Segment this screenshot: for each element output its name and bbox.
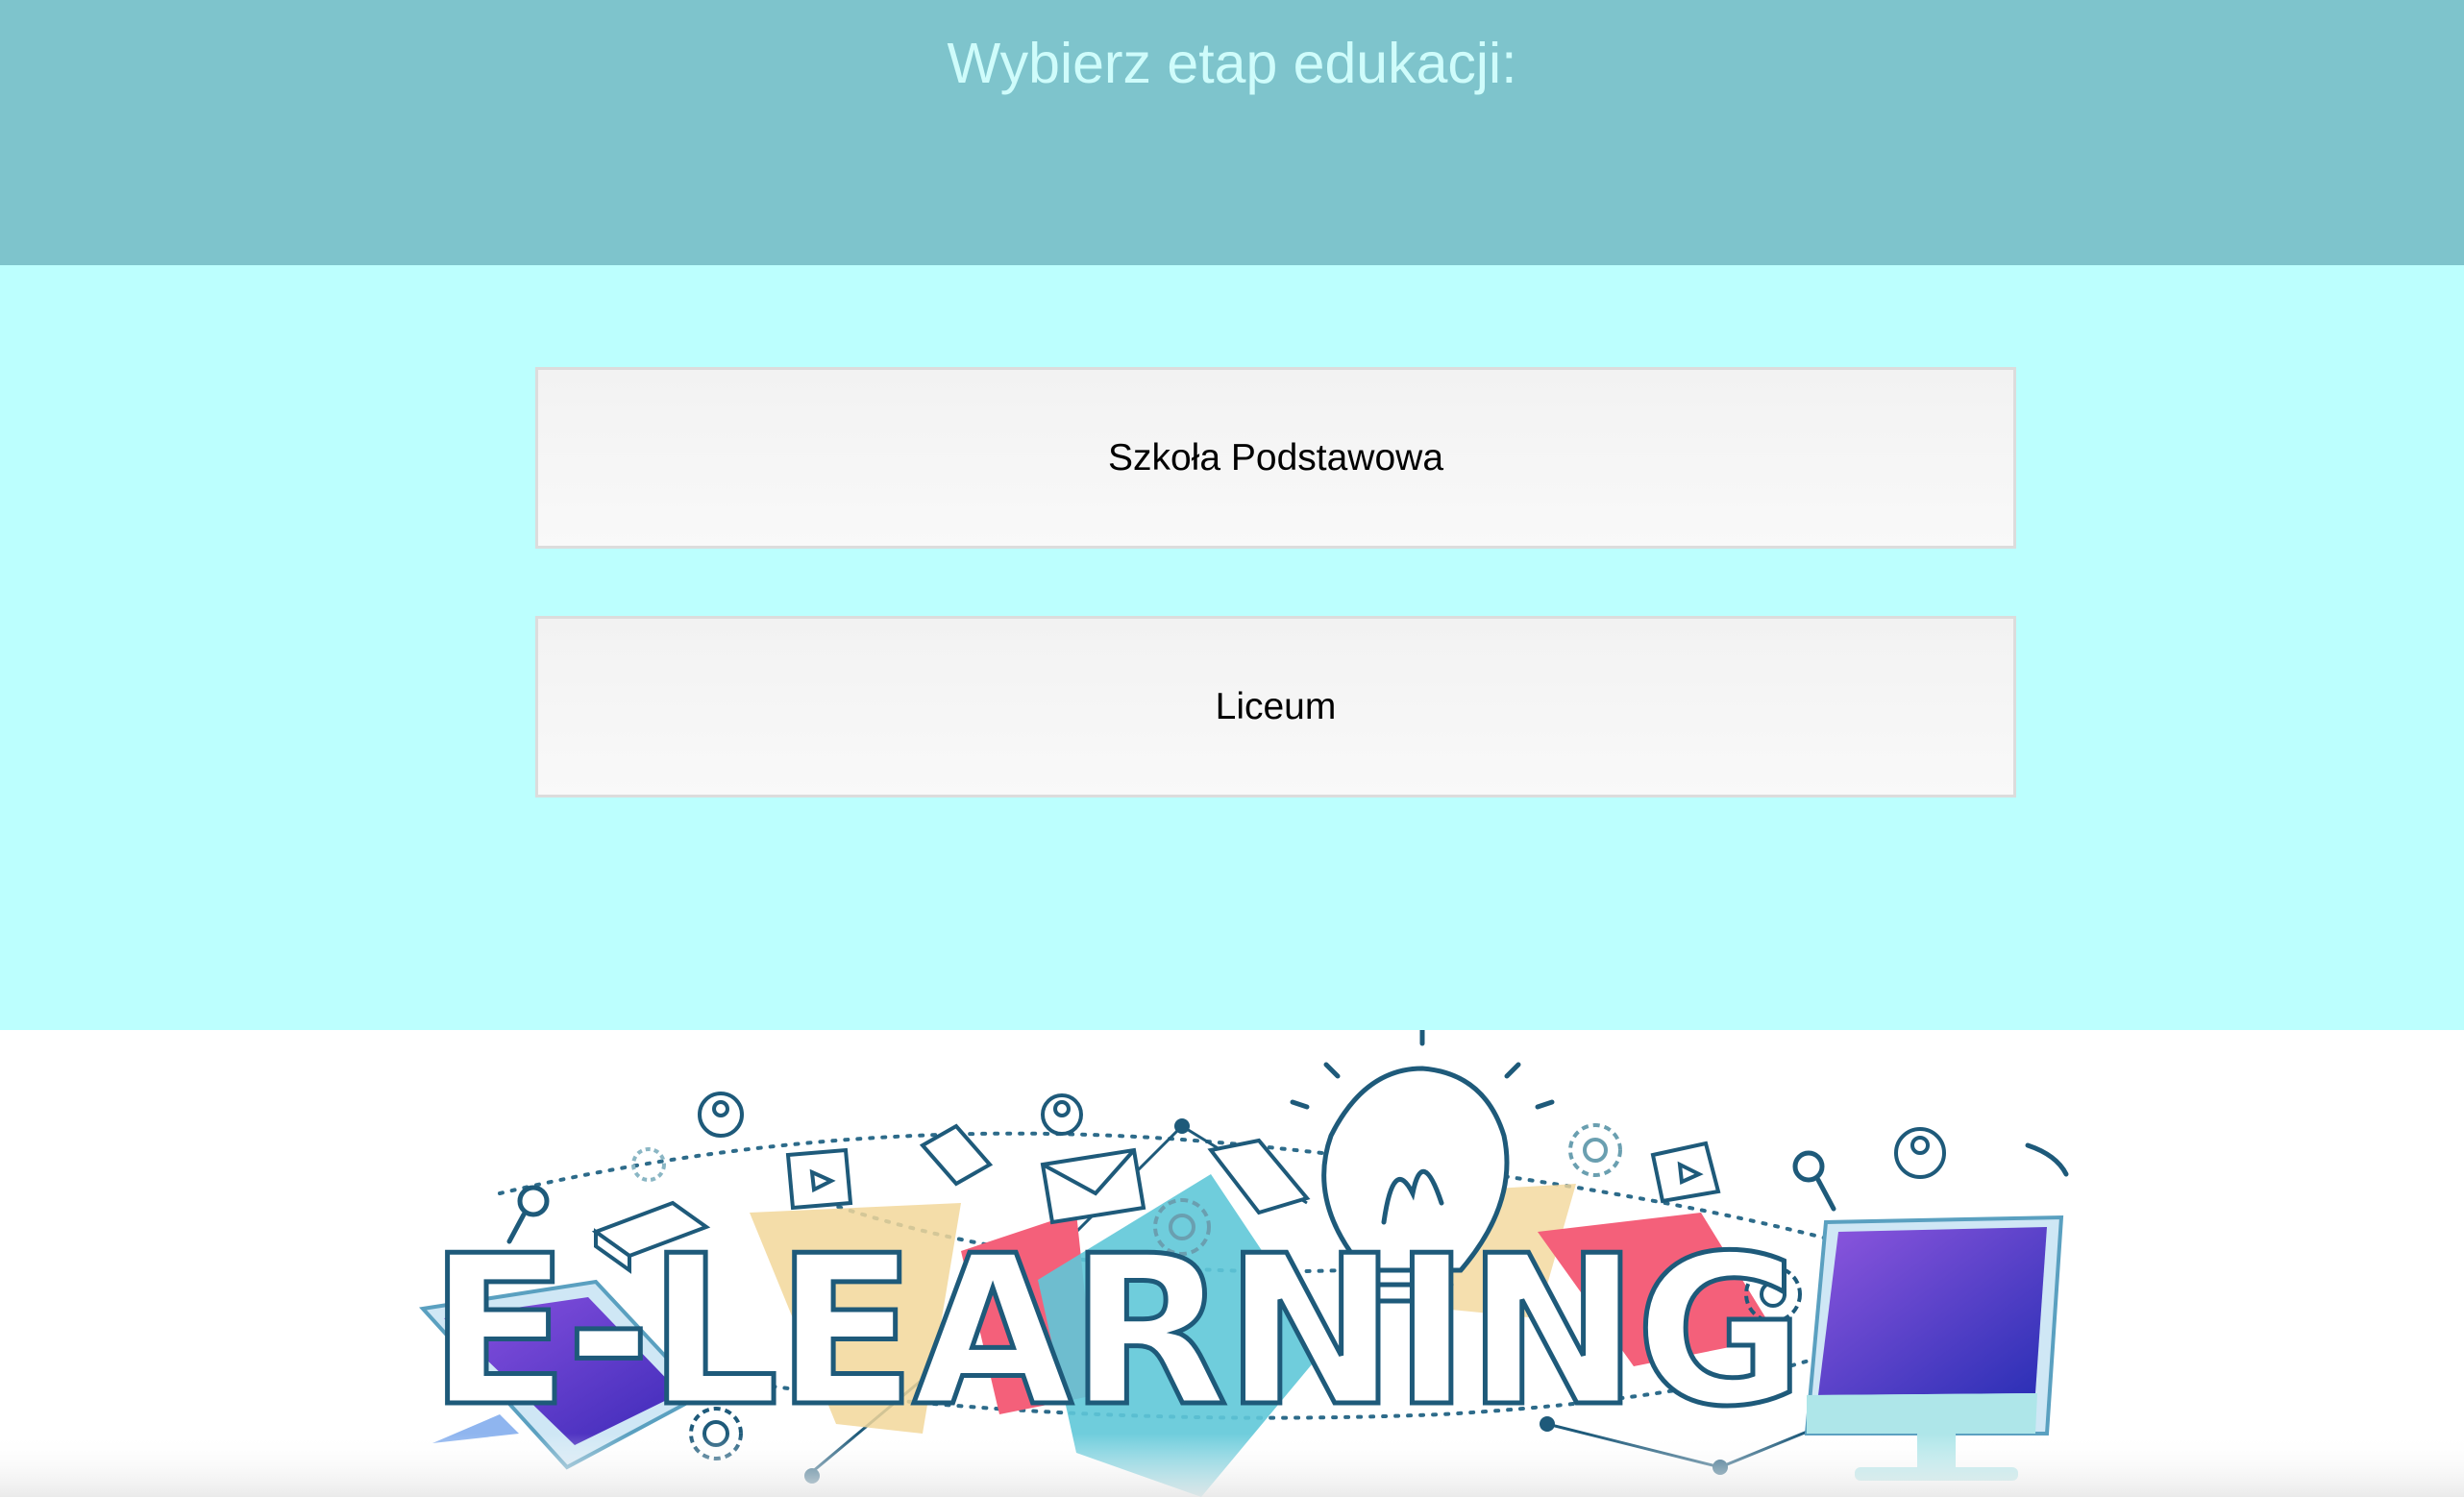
user-icon [698, 1092, 1946, 1179]
high-school-button[interactable]: Liceum [535, 616, 2016, 798]
elearning-banner: E-LEARNING [0, 1030, 2464, 1497]
elearning-illustration: E-LEARNING [0, 1030, 2464, 1497]
page-header: Wybierz etap edukacji: [0, 0, 2464, 265]
elearning-wordmark: E-LEARNING [429, 1211, 1801, 1452]
selection-panel: Szkoła Podstawowa Liceum [0, 265, 2464, 1030]
primary-school-button[interactable]: Szkoła Podstawowa [535, 367, 2016, 549]
page-title: Wybierz etap edukacji: [947, 32, 1517, 95]
